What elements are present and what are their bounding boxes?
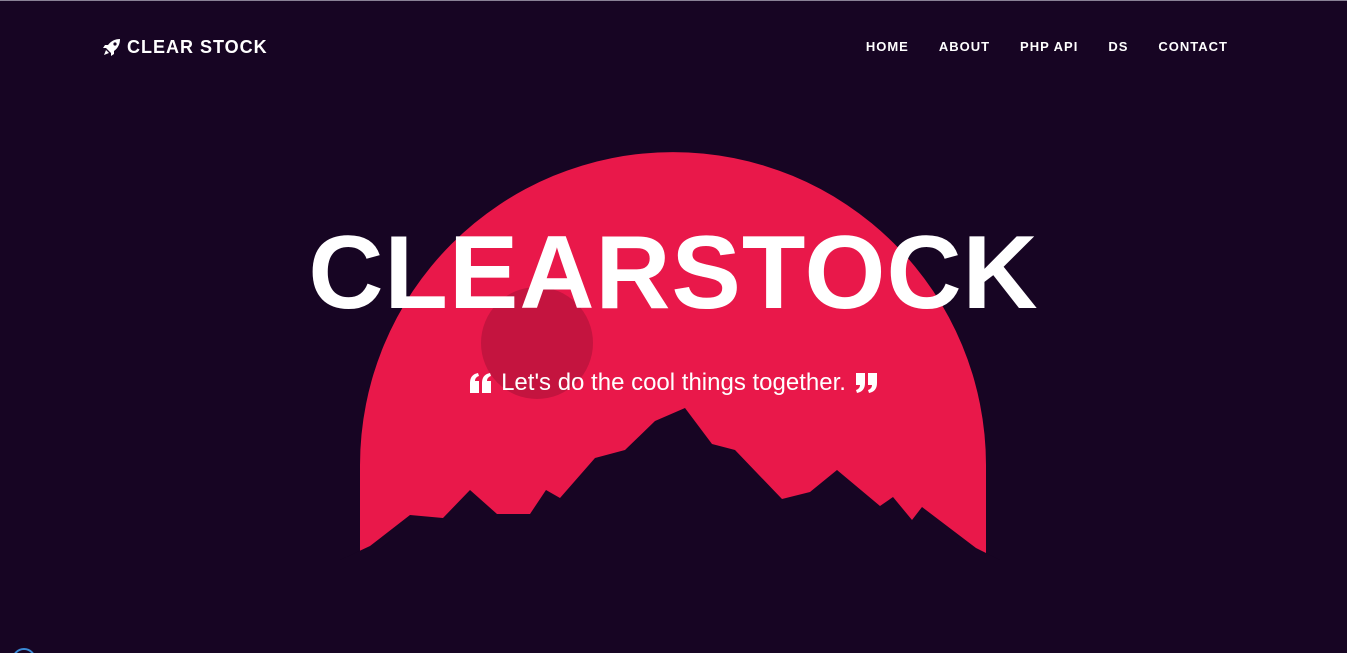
tagline-text: Let's do the cool things together. <box>501 369 846 396</box>
quote-right-icon <box>855 373 877 393</box>
nav-item-contact[interactable]: CONTACT <box>1158 38 1228 56</box>
nav-item-home[interactable]: HOME <box>866 38 909 56</box>
nav-menu: HOME ABOUT PHP API DS CONTACT <box>836 38 1228 56</box>
nav-item-about[interactable]: ABOUT <box>939 38 990 56</box>
nav-item-php-api[interactable]: PHP API <box>1020 38 1078 56</box>
hero-tagline: Let's do the cool things together. <box>0 368 1347 398</box>
quote-left-icon <box>470 373 492 393</box>
hero-section: CLEARSTOCK Let's do the cool things toge… <box>0 0 1347 653</box>
hero-title: CLEARSTOCK <box>308 215 1039 331</box>
brand-logo-link[interactable]: CLEAR STOCK <box>103 36 268 58</box>
page: CLEARSTOCK Let's do the cool things toge… <box>0 0 1347 653</box>
brand-label: CLEAR STOCK <box>127 36 268 57</box>
rocket-icon <box>103 39 120 56</box>
top-navbar: CLEAR STOCK HOME ABOUT PHP API DS CONTAC… <box>0 0 1347 95</box>
nav-item-ds[interactable]: DS <box>1108 38 1128 56</box>
